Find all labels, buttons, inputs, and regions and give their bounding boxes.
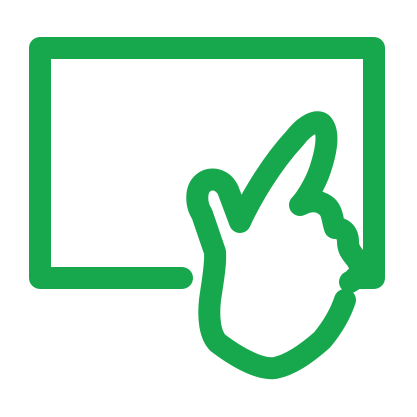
touchscreen-gesture-graphic: [29, 37, 385, 380]
touchscreen-gesture-icon: [0, 0, 417, 417]
hand-outline: [186, 111, 371, 380]
